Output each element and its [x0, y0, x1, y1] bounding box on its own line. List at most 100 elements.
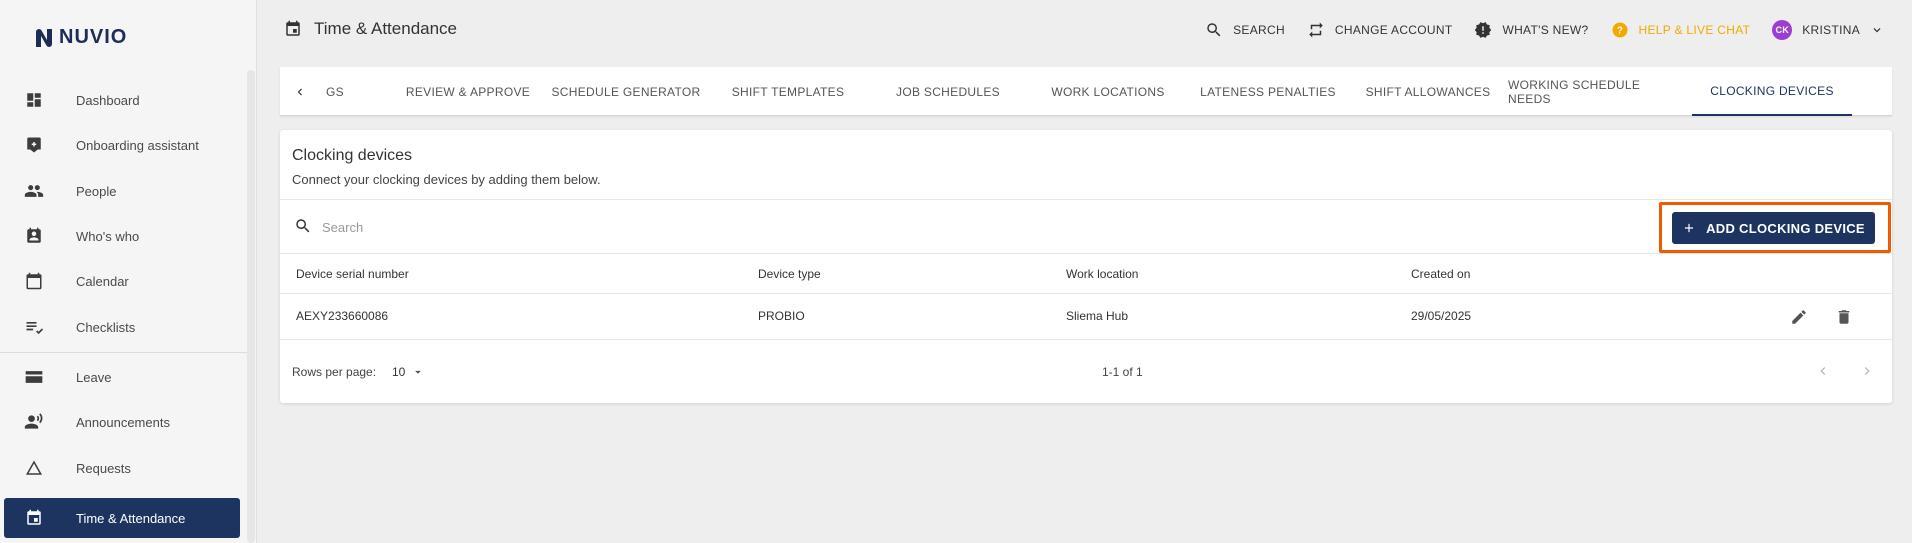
column-header-created[interactable]: Created on: [1411, 267, 1470, 281]
announcements-icon: [22, 410, 46, 434]
previous-page-button[interactable]: [1811, 359, 1835, 383]
sidebar-item-checklists[interactable]: Checklists: [4, 307, 240, 347]
sidebar-item-dashboard[interactable]: Dashboard: [4, 80, 240, 120]
sidebar-item-label: Time & Attendance: [76, 510, 186, 526]
time-attendance-icon: [22, 506, 46, 530]
help-icon: ?: [1612, 22, 1628, 38]
cell-location: Sliema Hub: [1066, 309, 1129, 323]
nuvio-logo-icon: [36, 28, 52, 47]
sidebar: NUVIO Dashboard Onboarding assistant Peo…: [0, 0, 257, 543]
cell-created: 29/05/2025: [1411, 309, 1472, 323]
sidebar-item-label: Calendar: [76, 273, 129, 289]
search-button[interactable]: SEARCH: [1205, 21, 1285, 39]
top-actions: SEARCH CHANGE ACCOUNT WHAT'S NEW? ? HELP…: [1205, 0, 1912, 60]
rows-per-page-select[interactable]: 10: [392, 361, 425, 383]
calendar-icon: [22, 269, 46, 293]
tab-clocking-devices[interactable]: CLOCKING DEVICES: [1692, 67, 1852, 116]
cell-serial: AEXY233660086: [296, 309, 389, 323]
sidebar-item-time-attendance[interactable]: Time & Attendance: [4, 498, 240, 538]
tab-work-locations[interactable]: WORK LOCATIONS: [1028, 67, 1188, 116]
brand-name: NUVIO: [59, 26, 128, 48]
trash-icon: [1838, 310, 1850, 324]
tab-schedule-generator[interactable]: SCHEDULE GENERATOR: [544, 67, 708, 116]
svg-text:?: ?: [1616, 25, 1622, 36]
edit-button[interactable]: [1787, 305, 1811, 329]
sidebar-item-label: Announcements: [76, 414, 170, 430]
change-account-label: CHANGE ACCOUNT: [1334, 23, 1453, 37]
page-title: Time & Attendance: [284, 19, 457, 39]
sidebar-item-label: Requests: [76, 460, 131, 476]
sidebar-scrollbar[interactable]: [247, 70, 255, 543]
pagination: Rows per page: 10 1-1 of 1: [280, 340, 1892, 402]
column-header-type[interactable]: Device type: [758, 267, 821, 281]
table-row[interactable]: AEXY233660086 PROBIO Sliema Hub 29/05/20…: [280, 294, 1892, 340]
search-icon: [294, 217, 312, 240]
people-icon: [22, 179, 46, 203]
plus-icon: [1684, 223, 1694, 233]
avatar: CK: [1772, 20, 1793, 40]
column-header-serial[interactable]: Device serial number: [296, 267, 409, 281]
chevron-down-icon: [1873, 28, 1881, 33]
cell-type: PROBIO: [758, 309, 805, 323]
add-clocking-device-label: ADD CLOCKING DEVICE: [1706, 220, 1865, 236]
tab-review-approve[interactable]: REVIEW & APPROVE: [392, 67, 544, 116]
swap-icon: [1309, 22, 1323, 38]
chevron-left-icon: [297, 88, 302, 95]
column-header-location[interactable]: Work location: [1066, 267, 1138, 281]
new-releases-icon: [1475, 22, 1492, 38]
chevron-right-icon: [1864, 367, 1870, 375]
sidebar-item-label: Checklists: [76, 319, 136, 335]
table-header: Device serial number Device type Work lo…: [280, 254, 1892, 294]
user-name: KRISTINA: [1802, 23, 1860, 37]
caret-down-icon: [415, 370, 422, 374]
tab-shift-allowances[interactable]: SHIFT ALLOWANCES: [1348, 67, 1508, 116]
tab-shift-templates[interactable]: SHIFT TEMPLATES: [708, 67, 868, 116]
chevron-left-icon: [1820, 367, 1826, 375]
sidebar-item-label: Dashboard: [76, 92, 140, 108]
onboarding-icon: [22, 133, 46, 157]
rows-per-page-value: 10: [392, 365, 406, 379]
tab-bar: GS REVIEW & APPROVE SCHEDULE GENERATOR S…: [280, 67, 1892, 116]
sidebar-divider: [0, 352, 250, 353]
tab-job-schedules[interactable]: JOB SCHEDULES: [868, 67, 1028, 116]
checklist-icon: [22, 315, 46, 339]
sidebar-item-people[interactable]: People: [4, 171, 240, 211]
pagination-range: 1-1 of 1: [1102, 365, 1143, 379]
sidebar-item-announcements[interactable]: Announcements: [4, 402, 240, 442]
dashboard-icon: [22, 88, 46, 112]
contact-badge-icon: [22, 224, 46, 248]
sidebar-item-label: Who's who: [76, 228, 140, 244]
change-account-button[interactable]: CHANGE ACCOUNT: [1307, 21, 1453, 39]
sidebar-item-onboarding-assistant[interactable]: Onboarding assistant: [4, 125, 240, 165]
top-bar: Time & Attendance SEARCH CHANGE ACCOUNT …: [258, 0, 1912, 60]
sidebar-item-leave[interactable]: Leave: [4, 357, 240, 397]
leave-icon: [22, 365, 46, 389]
help-live-chat-button[interactable]: ? HELP & LIVE CHAT: [1611, 21, 1751, 39]
tab-lateness-penalties[interactable]: LATENESS PENALTIES: [1188, 67, 1348, 116]
sidebar-item-requests[interactable]: Requests: [4, 448, 240, 488]
rows-per-page-label: Rows per page:: [292, 365, 377, 379]
sidebar-item-label: Onboarding assistant: [76, 137, 199, 153]
whats-new-button[interactable]: WHAT'S NEW?: [1474, 21, 1588, 39]
clocking-devices-card: Clocking devices Connect your clocking d…: [280, 130, 1892, 403]
next-page-button[interactable]: [1855, 359, 1879, 383]
tab-working-schedule-needs[interactable]: WORKING SCHEDULE NEEDS: [1508, 67, 1672, 116]
page-title-text: Time & Attendance: [314, 19, 458, 38]
help-label: HELP & LIVE CHAT: [1638, 23, 1751, 37]
sidebar-item-whos-who[interactable]: Who's who: [4, 216, 240, 256]
sidebar-item-calendar[interactable]: Calendar: [4, 261, 240, 301]
tabs-scroll-left-button[interactable]: [280, 67, 320, 116]
search-icon: [1207, 23, 1221, 37]
delete-button[interactable]: [1832, 305, 1856, 329]
sidebar-item-label: People: [76, 183, 117, 199]
requests-icon: [22, 456, 46, 480]
search-input[interactable]: [322, 216, 722, 238]
whats-new-label: WHAT'S NEW?: [1502, 23, 1589, 37]
section-subtitle: Connect your clocking devices by adding …: [292, 172, 601, 187]
user-menu[interactable]: CK KRISTINA: [1772, 20, 1884, 40]
brand-logo[interactable]: NUVIO: [33, 26, 127, 49]
tab-gs[interactable]: GS: [320, 67, 350, 116]
add-clocking-device-button[interactable]: ADD CLOCKING DEVICE: [1672, 212, 1875, 244]
edit-icon: [1792, 310, 1806, 324]
calendar-event-icon: [286, 20, 300, 36]
